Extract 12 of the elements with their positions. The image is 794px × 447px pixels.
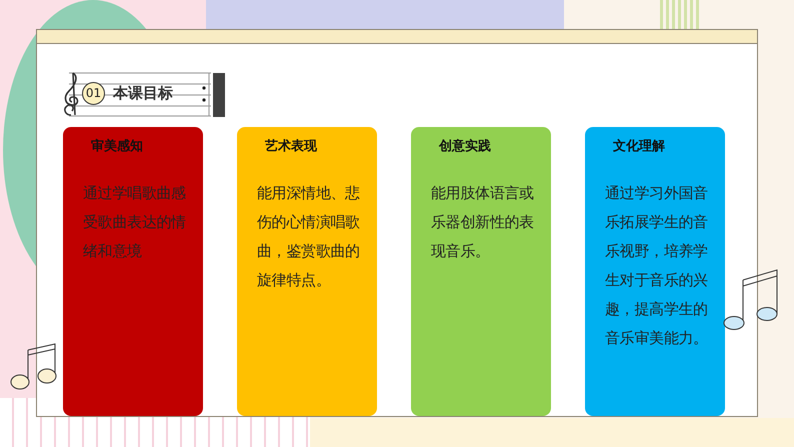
card-text: 能用深情地、悲伤的心情演唱歌曲，鉴赏歌曲的旋律特点。	[257, 183, 361, 291]
section-number: 01	[82, 82, 105, 104]
card-heading: 审美感知	[91, 138, 144, 155]
card-heading: 创意实践	[439, 138, 492, 155]
music-note-icon	[723, 268, 779, 330]
music-note-icon	[9, 342, 57, 390]
card-text: 通过学习外国音乐拓展学生的音乐视野，培养学生对于音乐的兴趣，提高学生的音乐审美能力。	[605, 183, 709, 349]
card-text: 通过学唱歌曲感受歌曲表达的情绪和意境	[83, 183, 187, 262]
section-title: 本课目标	[113, 84, 173, 102]
card-text: 能用肢体语言或乐器创新性的表现音乐。	[431, 183, 535, 262]
card-heading: 艺术表现	[265, 138, 318, 155]
card-heading: 文化理解	[613, 138, 666, 155]
